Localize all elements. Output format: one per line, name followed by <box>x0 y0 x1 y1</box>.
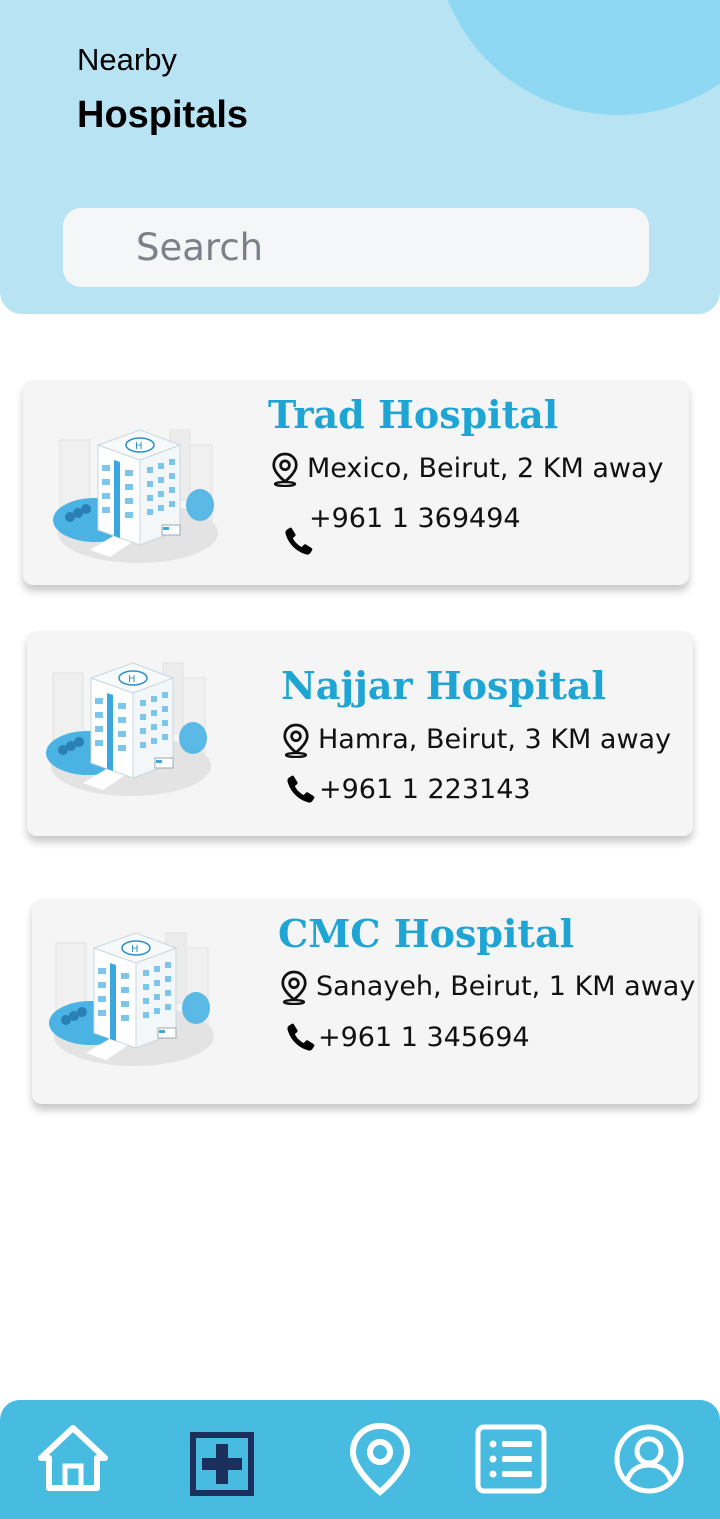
hospital-illustration <box>50 405 220 565</box>
hospital-name[interactable]: CMC Hospital <box>278 911 574 956</box>
hospital-address: Hamra, Beirut, 3 KM away <box>318 724 672 755</box>
hospital-illustration <box>46 908 216 1068</box>
location-pin-icon <box>270 451 300 487</box>
nav-hospital-icon[interactable] <box>190 1432 254 1496</box>
nav-map-pin-icon[interactable] <box>347 1422 413 1496</box>
hospital-phone[interactable]: +961 1 223143 <box>319 774 531 805</box>
header-decor-circle <box>435 0 720 115</box>
hospital-phone[interactable]: +961 1 345694 <box>318 1022 530 1053</box>
nav-home-icon[interactable] <box>37 1422 109 1494</box>
page-title: Hospitals <box>77 94 249 136</box>
hospital-address: Sanayeh, Beirut, 1 KM away <box>316 971 696 1002</box>
nearby-hospitals-screen: Nearby Hospitals Trad Hospital Mexico, B… <box>0 0 720 1519</box>
nav-list-icon[interactable] <box>475 1424 547 1494</box>
hospital-phone[interactable]: +961 1 369494 <box>309 503 521 534</box>
search-input[interactable] <box>63 208 649 287</box>
nav-profile-icon[interactable] <box>613 1423 685 1495</box>
location-pin-icon <box>281 722 311 758</box>
hospital-name[interactable]: Trad Hospital <box>268 392 558 437</box>
phone-icon[interactable] <box>285 773 317 805</box>
hospital-illustration <box>43 638 213 798</box>
page-subtitle: Nearby <box>77 42 177 77</box>
hospital-address: Mexico, Beirut, 2 KM away <box>307 453 664 484</box>
location-pin-icon <box>279 969 309 1005</box>
hospital-name[interactable]: Najjar Hospital <box>281 663 606 708</box>
phone-icon[interactable] <box>285 1021 317 1053</box>
